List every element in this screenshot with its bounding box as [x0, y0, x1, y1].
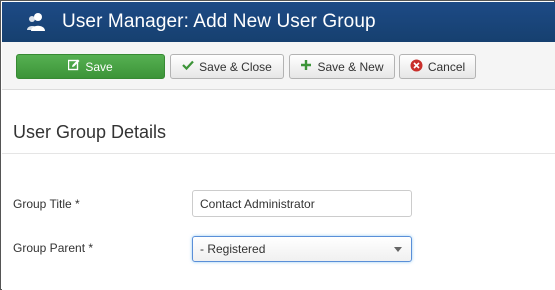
group-parent-select[interactable]: - Registered: [192, 236, 412, 262]
save-button-label: Save: [85, 59, 113, 74]
window-frame: User Manager: Add New User Group Save Sa…: [0, 0, 555, 290]
save-button[interactable]: Save: [16, 54, 165, 79]
divider: [2, 153, 555, 154]
form-content: User Group Details Group Title * Contact…: [2, 90, 555, 290]
plus-icon: [300, 59, 317, 74]
save-new-label: Save & New: [317, 59, 384, 74]
edit-icon: [68, 59, 85, 74]
cancel-button[interactable]: Cancel: [399, 54, 476, 79]
cancel-icon: [410, 59, 428, 75]
section-title: User Group Details: [13, 122, 167, 142]
group-title-label: Group Title *: [13, 197, 80, 211]
page-title: User Manager: Add New User Group: [62, 11, 376, 32]
chevron-down-icon: [394, 247, 402, 252]
save-new-button[interactable]: Save & New: [289, 54, 395, 79]
users-icon: [26, 11, 48, 33]
header-bar: User Manager: Add New User Group: [2, 2, 555, 42]
cancel-label: Cancel: [427, 59, 466, 74]
group-parent-label: Group Parent *: [13, 241, 94, 255]
save-close-button[interactable]: Save & Close: [170, 54, 284, 79]
group-parent-value: - Registered: [200, 242, 266, 256]
group-title-value: Contact Administrator: [200, 196, 315, 211]
save-close-label: Save & Close: [199, 59, 272, 74]
check-icon: [182, 59, 199, 74]
toolbar: Save Save & Close Save & New Cancel: [2, 42, 555, 90]
group-title-input[interactable]: Contact Administrator: [192, 190, 412, 217]
